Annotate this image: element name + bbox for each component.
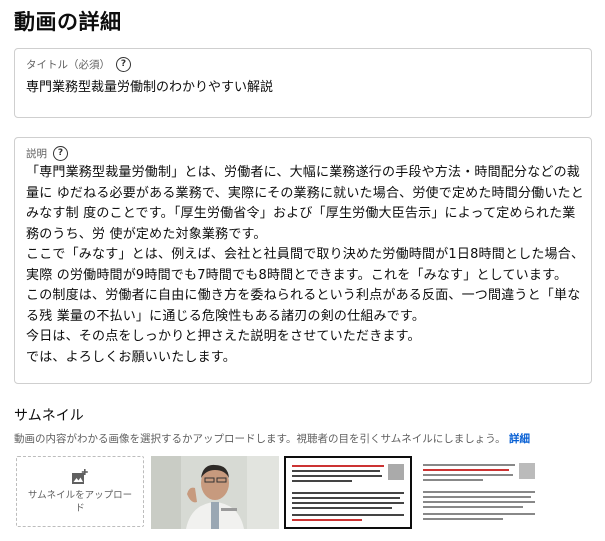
title-field-label-row: タイトル（必須） ? <box>26 57 131 72</box>
doc-text-line <box>423 501 535 503</box>
doc-text-line <box>292 492 404 494</box>
thumbnail-description-text: 動画の内容がわかる画像を選択するかアップロードします。視聴者の目を引くサムネイル… <box>14 433 506 445</box>
doc-text-line <box>423 479 483 481</box>
title-input[interactable]: 専門業務型裁量労働制のわかりやすい解説 <box>26 76 581 95</box>
doc-text-line <box>292 502 404 504</box>
help-icon[interactable]: ? <box>116 57 131 72</box>
doc-text-line <box>292 514 404 516</box>
doc-text-line <box>423 469 509 471</box>
description-paragraph: では、よろしくお願いいたします。 <box>26 349 236 365</box>
description-field-label: 説明 <box>26 148 47 160</box>
description-field[interactable]: 説明 ? 「専門業務型裁量労働制」とは、労働者に、大幅に業務遂行の手段や方法・時… <box>14 137 592 384</box>
upload-thumbnail-button[interactable]: サムネイルをアップロード <box>16 456 144 527</box>
description-paragraph: 「専門業務型裁量労働制」とは、労働者に、大幅に業務遂行の手段や方法・時間配分など… <box>26 165 584 242</box>
description-paragraph: 今日は、その点をしっかりと押さえた説明をさせていただきます。 <box>26 329 421 344</box>
thumbnail-heading: サムネイル <box>14 408 84 424</box>
thumbnail-option-3[interactable] <box>417 456 545 529</box>
title-field-label: タイトル（必須） <box>26 59 110 71</box>
doc-text-line <box>423 464 515 466</box>
thumbnail-learn-more-link[interactable]: 詳細 <box>509 433 530 445</box>
doc-text-line <box>423 518 503 520</box>
doc-text-line <box>292 465 384 467</box>
upload-thumbnail-label: サムネイルをアップロード <box>27 489 133 514</box>
doc-text-line <box>423 506 523 508</box>
doc-text-line <box>292 475 382 477</box>
description-paragraph: この制度は、労働者に自由に働き方を委ねられるという利点がある反面、一つ間違うと「… <box>26 288 581 324</box>
doc-text-line <box>292 480 352 482</box>
page-title: 動画の詳細 <box>14 10 122 34</box>
title-field[interactable]: タイトル（必須） ? 専門業務型裁量労働制のわかりやすい解説 <box>14 48 592 118</box>
doc-photo <box>519 463 535 479</box>
doc-photo <box>388 464 404 480</box>
help-icon[interactable]: ? <box>53 146 68 161</box>
thumbnail-description: 動画の内容がわかる画像を選択するかアップロードします。視聴者の目を引くサムネイル… <box>14 431 530 446</box>
doc-text-line <box>423 513 535 515</box>
description-field-label-row: 説明 ? <box>26 146 68 161</box>
description-input[interactable]: 「専門業務型裁量労働制」とは、労働者に、大幅に業務遂行の手段や方法・時間配分など… <box>26 163 585 368</box>
thumbnail-person-image <box>151 456 279 529</box>
doc-text-line <box>423 496 531 498</box>
doc-text-line <box>423 474 513 476</box>
add-photo-icon <box>72 468 88 484</box>
thumbnail-option-2-selected[interactable] <box>284 456 412 529</box>
doc-text-line <box>292 519 362 521</box>
doc-text-line <box>423 491 535 493</box>
description-paragraph: ここで「みなす」とは、例えば、会社と社員間で取り決めた労働時間が1日8時間とした… <box>26 247 585 283</box>
doc-text-line <box>292 470 380 472</box>
doc-text-line <box>292 507 392 509</box>
thumbnail-option-1[interactable] <box>151 456 279 529</box>
doc-text-line <box>292 497 400 499</box>
